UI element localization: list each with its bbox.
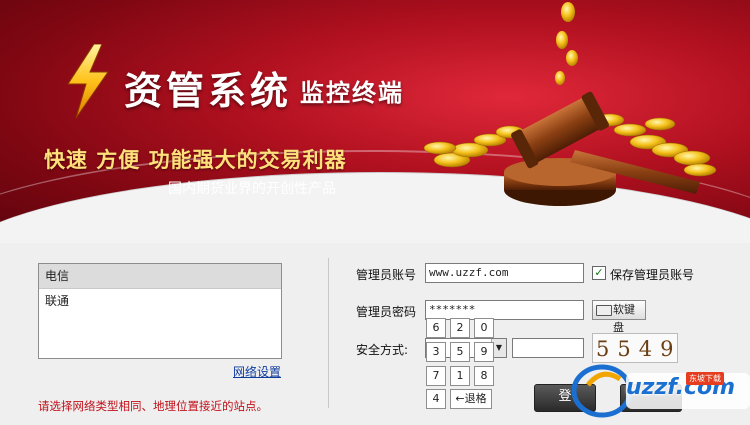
save-account-checkbox[interactable]: ✓ (592, 266, 606, 280)
keypad-key[interactable]: 1 (450, 366, 470, 386)
keypad-key[interactable]: 9 (474, 342, 494, 362)
app-subtitle: 监控终端 (300, 79, 404, 107)
lightning-bolt-logo-icon (67, 44, 109, 118)
sub-slogan: 国内期货业界的开创性产品 (168, 181, 336, 197)
header-banner: 资管系统 监控终端 快速 方便 功能强大的交易利器 国内期货业界的开创性产品 (0, 0, 750, 243)
keypad-key[interactable]: 8 (474, 366, 494, 386)
keypad-key[interactable]: 0 (474, 318, 494, 338)
keypad-key[interactable]: 3 (426, 342, 446, 362)
keypad-key[interactable]: 5 (450, 342, 470, 362)
keyboard-icon (596, 305, 612, 316)
keypad-key[interactable]: 6 (426, 318, 446, 338)
save-account-label: 保存管理员账号 (610, 268, 695, 282)
soft-keyboard-button[interactable]: 软键盘 (592, 300, 646, 334)
keypad-key[interactable]: 7 (426, 366, 446, 386)
account-input[interactable]: www.uzzf.com (425, 263, 584, 283)
gavel-coins-illustration (423, 2, 717, 206)
soft-keypad: 6 2 0 3 5 9 7 1 8 4 ←退格 (426, 318, 496, 410)
keypad-key[interactable]: 2 (450, 318, 470, 338)
slogan: 快速 方便 功能强大的交易利器 (44, 148, 347, 172)
soft-keyboard-label: 软键盘 (613, 303, 635, 334)
keypad-key[interactable]: 4 (426, 389, 446, 409)
server-item-unicom[interactable]: 联通 (39, 289, 281, 313)
password-label: 管理员密码 (356, 305, 417, 319)
password-input[interactable]: ******* (425, 300, 584, 320)
checkbox-check-icon: ✓ (594, 266, 604, 279)
watermark-badge: 东坡下载 (686, 372, 724, 385)
server-list[interactable]: 电信 联通 (38, 263, 282, 359)
server-hint-text: 请选择网络类型相同、地理位置接近的站点。 (38, 399, 268, 413)
app-title: 资管系统 (124, 69, 293, 113)
account-label: 管理员账号 (356, 268, 417, 282)
keypad-backspace-key[interactable]: ←退格 (450, 389, 492, 409)
security-label: 安全方式: (356, 343, 409, 357)
server-item-telecom[interactable]: 电信 (39, 264, 281, 289)
network-settings-link[interactable]: 网络设置 (233, 363, 281, 380)
divider (328, 258, 329, 408)
